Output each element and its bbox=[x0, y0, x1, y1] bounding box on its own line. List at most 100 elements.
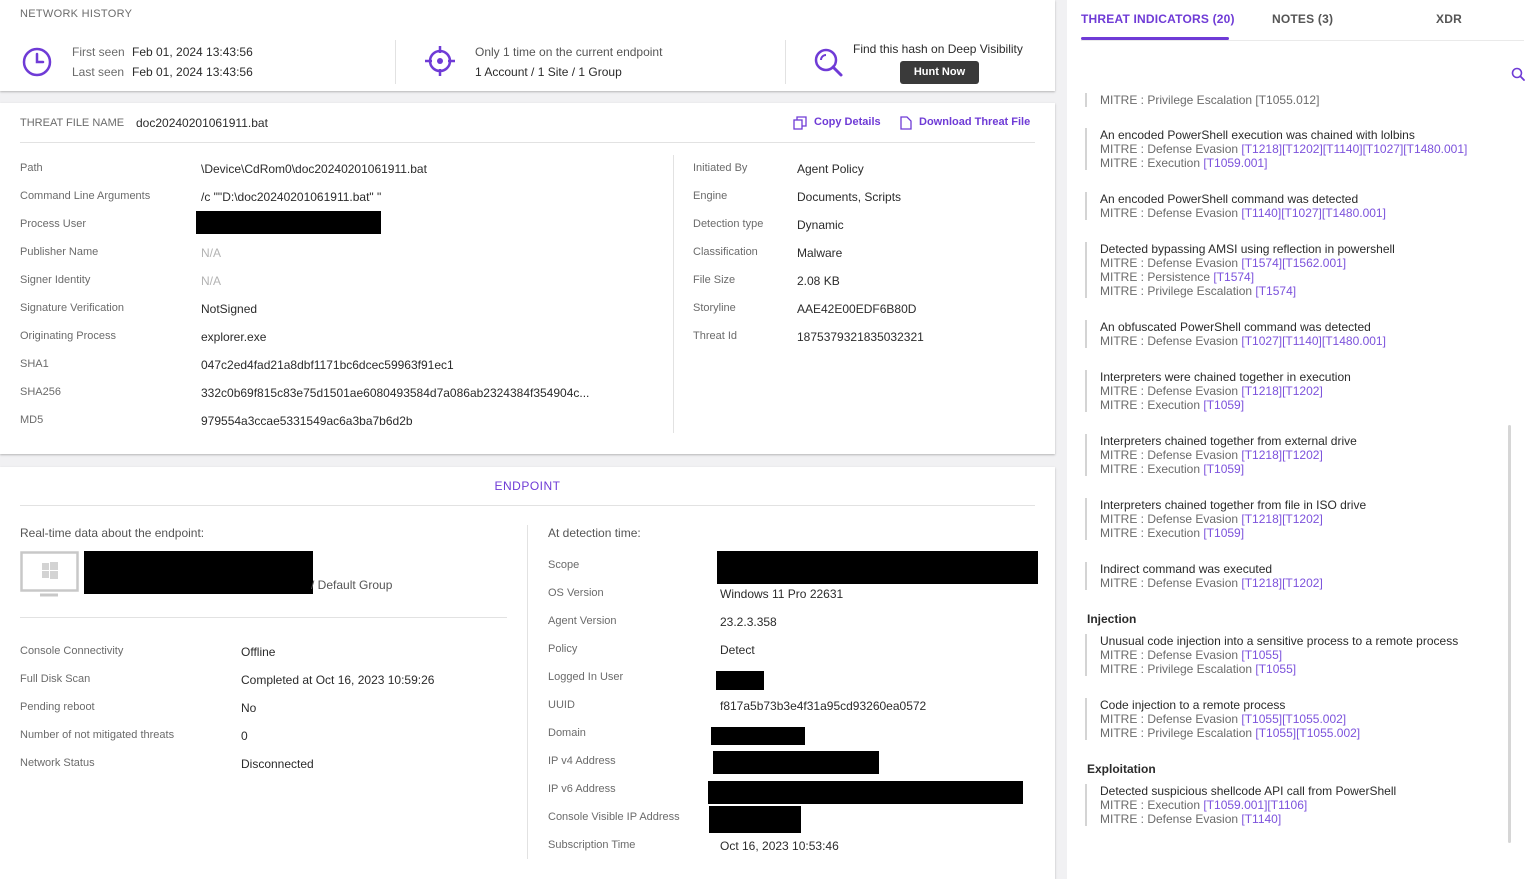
mitre-line: MITRE : Execution [T1059.001][T1106] bbox=[1100, 798, 1396, 812]
endpoint-group[interactable]: / Default Group bbox=[311, 578, 392, 592]
file-download-icon[interactable] bbox=[900, 116, 912, 130]
mitre-technique-link[interactable]: [T1574] bbox=[1213, 270, 1254, 284]
storyline-label: Storyline bbox=[693, 302, 736, 314]
indicator-item[interactable]: An encoded PowerShell execution was chai… bbox=[1085, 128, 1467, 170]
mitre-technique-link[interactable]: [T1218][T1202][T1140][T1027][T1480.001] bbox=[1241, 142, 1467, 156]
indicator-item[interactable]: Interpreters chained together from file … bbox=[1085, 498, 1366, 540]
domain-label: Domain bbox=[548, 727, 586, 739]
network-status-value: Disconnected bbox=[241, 757, 314, 771]
mitre-technique-link[interactable]: [T1059] bbox=[1203, 398, 1244, 412]
mitre-technique-link[interactable]: [T1055][T1055.002] bbox=[1255, 726, 1360, 740]
file-size-label: File Size bbox=[693, 274, 736, 286]
mitre-technique-link[interactable]: [T1218][T1202] bbox=[1241, 576, 1322, 590]
indicator-item[interactable]: Detected suspicious shellcode API call f… bbox=[1085, 784, 1396, 826]
pending-reboot-value: No bbox=[241, 701, 257, 715]
mitre-line: MITRE : Defense Evasion [T1574][T1562.00… bbox=[1100, 256, 1395, 270]
md5-value[interactable]: 979554a3ccae5331549ac6a3ba7b6d2b bbox=[201, 414, 413, 428]
search-icon[interactable] bbox=[1511, 67, 1525, 81]
indicator-item[interactable]: Code injection to a remote process MITRE … bbox=[1085, 698, 1360, 740]
mitre-technique-link[interactable]: [T1574] bbox=[1255, 284, 1296, 298]
uuid-value[interactable]: f817a5b73b3e4f31a95cd93260ea0572 bbox=[720, 699, 926, 713]
not-mitigated-threats-value: 0 bbox=[241, 729, 248, 743]
tab-notes[interactable]: NOTES (3) bbox=[1272, 12, 1333, 26]
mitre-technique-link[interactable]: [T1218][T1202] bbox=[1241, 512, 1322, 526]
process-user-label: Process User bbox=[20, 218, 87, 230]
publisher-name-label: Publisher Name bbox=[20, 246, 99, 258]
mitre-tactic: MITRE : Privilege Escalation bbox=[1100, 726, 1256, 740]
hunt-now-button[interactable]: Hunt Now bbox=[900, 61, 979, 84]
mitre-tactic: MITRE : Execution bbox=[1100, 462, 1204, 476]
tab-xdr[interactable]: XDR bbox=[1436, 12, 1462, 26]
sha256-label: SHA256 bbox=[20, 386, 61, 398]
file-size-value: 2.08 KB bbox=[797, 274, 840, 288]
divider bbox=[527, 525, 528, 859]
threat-indicators-panel: THREAT INDICATORS (20) NOTES (3) XDR MIT… bbox=[1067, 0, 1540, 879]
scope-label: Scope bbox=[548, 559, 580, 571]
copy-icon[interactable] bbox=[793, 116, 807, 130]
subscription-time-label: Subscription Time bbox=[548, 839, 636, 851]
indicator-clipped-line: MITRE : Privilege Escalation [T1055.012] bbox=[1085, 93, 1319, 107]
uuid-label: UUID bbox=[548, 699, 575, 711]
mitre-technique-link[interactable]: [T1059] bbox=[1203, 462, 1244, 476]
detection-time-label: At detection time: bbox=[548, 526, 641, 540]
mitre-technique-link[interactable]: [T1218][T1202] bbox=[1241, 384, 1322, 398]
threat-file-name: doc20240201061911.bat bbox=[136, 116, 268, 130]
ipv6-redacted bbox=[708, 781, 1023, 804]
engine-label: Engine bbox=[693, 190, 728, 202]
indicator-item[interactable]: Detected bypassing AMSI using reflection… bbox=[1085, 242, 1395, 298]
indicator-item[interactable]: An encoded PowerShell command was detect… bbox=[1085, 192, 1386, 220]
sha256-value[interactable]: 332c0b69f815c83e75d1501ae6080493584d7a08… bbox=[201, 386, 589, 400]
mitre-technique-link[interactable]: [T1140][T1027][T1480.001] bbox=[1241, 206, 1386, 220]
indicator-title: Detected bypassing AMSI using reflection… bbox=[1100, 242, 1395, 256]
mitre-tactic: MITRE : Privilege Escalation bbox=[1100, 662, 1256, 676]
divider bbox=[1081, 40, 1524, 41]
mitre-technique-link[interactable]: [T1059.001] bbox=[1203, 156, 1267, 170]
indicator-item[interactable]: Unusual code injection into a sensitive … bbox=[1085, 634, 1458, 676]
publisher-name-value: N/A bbox=[201, 246, 222, 260]
mitre-tactic: MITRE : Defense Evasion bbox=[1100, 142, 1242, 156]
mitre-technique-link[interactable]: [T1055] bbox=[1255, 662, 1296, 676]
divider bbox=[785, 40, 786, 84]
indicator-item[interactable]: Interpreters chained together from exter… bbox=[1085, 434, 1357, 476]
path-value: \Device\CdRom0\doc20240201061911.bat bbox=[201, 162, 427, 176]
mitre-technique-link[interactable]: [T1140] bbox=[1241, 812, 1281, 826]
endpoint-occurrence: Only 1 time on the current endpoint bbox=[475, 45, 663, 59]
mitre-line: MITRE : Defense Evasion [T1218][T1202] bbox=[1100, 512, 1366, 526]
command-line-value: /c ""D:\doc20240201061911.bat" " bbox=[201, 190, 382, 204]
download-threat-file-link[interactable]: Download Threat File bbox=[919, 116, 1030, 128]
mitre-tactic: MITRE : Defense Evasion bbox=[1100, 334, 1242, 348]
initiated-by-value: Agent Policy bbox=[797, 162, 864, 176]
mitre-line: MITRE : Privilege Escalation [T1055.012] bbox=[1100, 93, 1320, 107]
crosshair-icon bbox=[425, 46, 455, 76]
indicator-item[interactable]: Interpreters were chained together in ex… bbox=[1085, 370, 1351, 412]
mitre-technique-link[interactable]: [T1574][T1562.001] bbox=[1241, 256, 1346, 270]
indicator-list-content: MITRE : Privilege Escalation [T1055.012]… bbox=[1067, 92, 1540, 879]
agent-version-label: Agent Version bbox=[548, 615, 617, 627]
tab-threat-indicators[interactable]: THREAT INDICATORS (20) bbox=[1081, 12, 1235, 26]
mitre-technique-link[interactable]: [T1059] bbox=[1203, 526, 1244, 540]
indicator-item[interactable]: An obfuscated PowerShell command was det… bbox=[1085, 320, 1386, 348]
mitre-tactic: MITRE : Privilege Escalation bbox=[1100, 284, 1256, 298]
not-mitigated-threats-label: Number of not mitigated threats bbox=[20, 729, 175, 741]
mitre-line: MITRE : Execution [T1059] bbox=[1100, 526, 1366, 540]
indicator-scrollbar[interactable] bbox=[1508, 425, 1511, 843]
mitre-tactic: MITRE : Defense Evasion bbox=[1100, 648, 1242, 662]
initiated-by-label: Initiated By bbox=[693, 162, 748, 174]
mitre-technique-link[interactable]: [T1055] bbox=[1241, 648, 1282, 662]
signer-identity-label: Signer Identity bbox=[20, 274, 91, 286]
indicator-item[interactable]: Indirect command was executed MITRE : Def… bbox=[1085, 562, 1323, 590]
os-version-value: Windows 11 Pro 22631 bbox=[720, 587, 844, 601]
divider bbox=[20, 617, 507, 618]
domain-redacted bbox=[711, 727, 805, 745]
storyline-value[interactable]: AAE42E00EDF6B80D bbox=[797, 302, 916, 316]
mitre-technique-link[interactable]: [T1027][T1140][T1480.001] bbox=[1241, 334, 1386, 348]
sha1-value[interactable]: 047c2ed4fad21a8dbf1171bc6dcec59963f91ec1 bbox=[201, 358, 454, 372]
detection-type-label: Detection type bbox=[693, 218, 764, 230]
indicator-title: Detected suspicious shellcode API call f… bbox=[1100, 784, 1397, 798]
mitre-line: MITRE : Privilege Escalation [T1574] bbox=[1100, 284, 1395, 298]
mitre-technique-link[interactable]: [T1059.001][T1106] bbox=[1203, 798, 1307, 812]
mitre-technique-link[interactable]: [T1055][T1055.002] bbox=[1241, 712, 1346, 726]
mitre-technique-link[interactable]: [T1218][T1202] bbox=[1241, 448, 1322, 462]
mitre-line: MITRE : Defense Evasion [T1140][T1027][T… bbox=[1100, 206, 1386, 220]
copy-details-link[interactable]: Copy Details bbox=[814, 116, 881, 128]
